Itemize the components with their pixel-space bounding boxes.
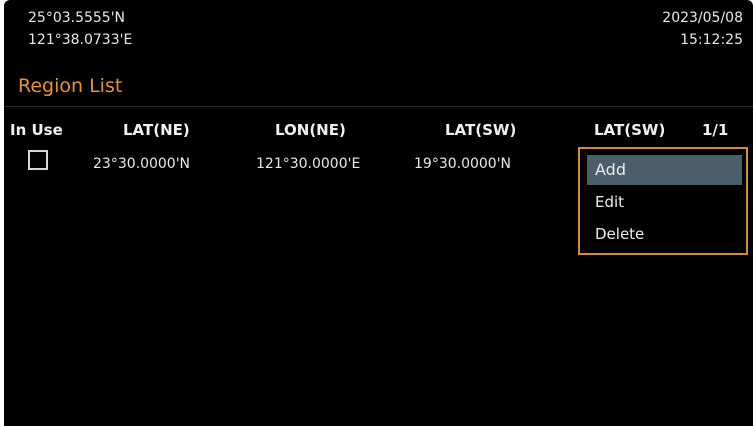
column-header-lat-ne: LAT(NE) xyxy=(123,121,190,139)
column-header-in-use: In Use xyxy=(10,121,63,139)
column-header-lon-sw: LAT(SW) xyxy=(594,121,666,139)
position-longitude: 121°38.0733'E xyxy=(28,32,133,48)
title-divider xyxy=(4,106,753,107)
time-display: 15:12:25 xyxy=(680,32,743,48)
date-display: 2023/05/08 xyxy=(662,10,743,26)
position-latitude: 25°03.5555'N xyxy=(28,10,126,26)
device-screen: 25°03.5555'N 121°38.0733'E 2023/05/08 15… xyxy=(4,0,753,426)
row-lon-ne[interactable]: 121°30.0000'E xyxy=(256,154,360,174)
menu-item-add[interactable]: Add xyxy=(587,155,742,185)
column-header-lon-ne: LON(NE) xyxy=(275,121,346,139)
in-use-checkbox[interactable] xyxy=(28,150,48,170)
row-lat-sw[interactable]: 19°30.0000'N xyxy=(414,154,511,174)
row-lat-ne[interactable]: 23°30.0000'N xyxy=(93,154,190,174)
page-indicator: 1/1 xyxy=(702,121,729,139)
column-header-lat-sw: LAT(SW) xyxy=(445,121,517,139)
menu-item-delete[interactable]: Delete xyxy=(587,219,742,249)
menu-item-edit[interactable]: Edit xyxy=(587,187,742,217)
page-title: Region List xyxy=(18,75,123,97)
context-menu: Add Edit Delete xyxy=(578,147,748,255)
